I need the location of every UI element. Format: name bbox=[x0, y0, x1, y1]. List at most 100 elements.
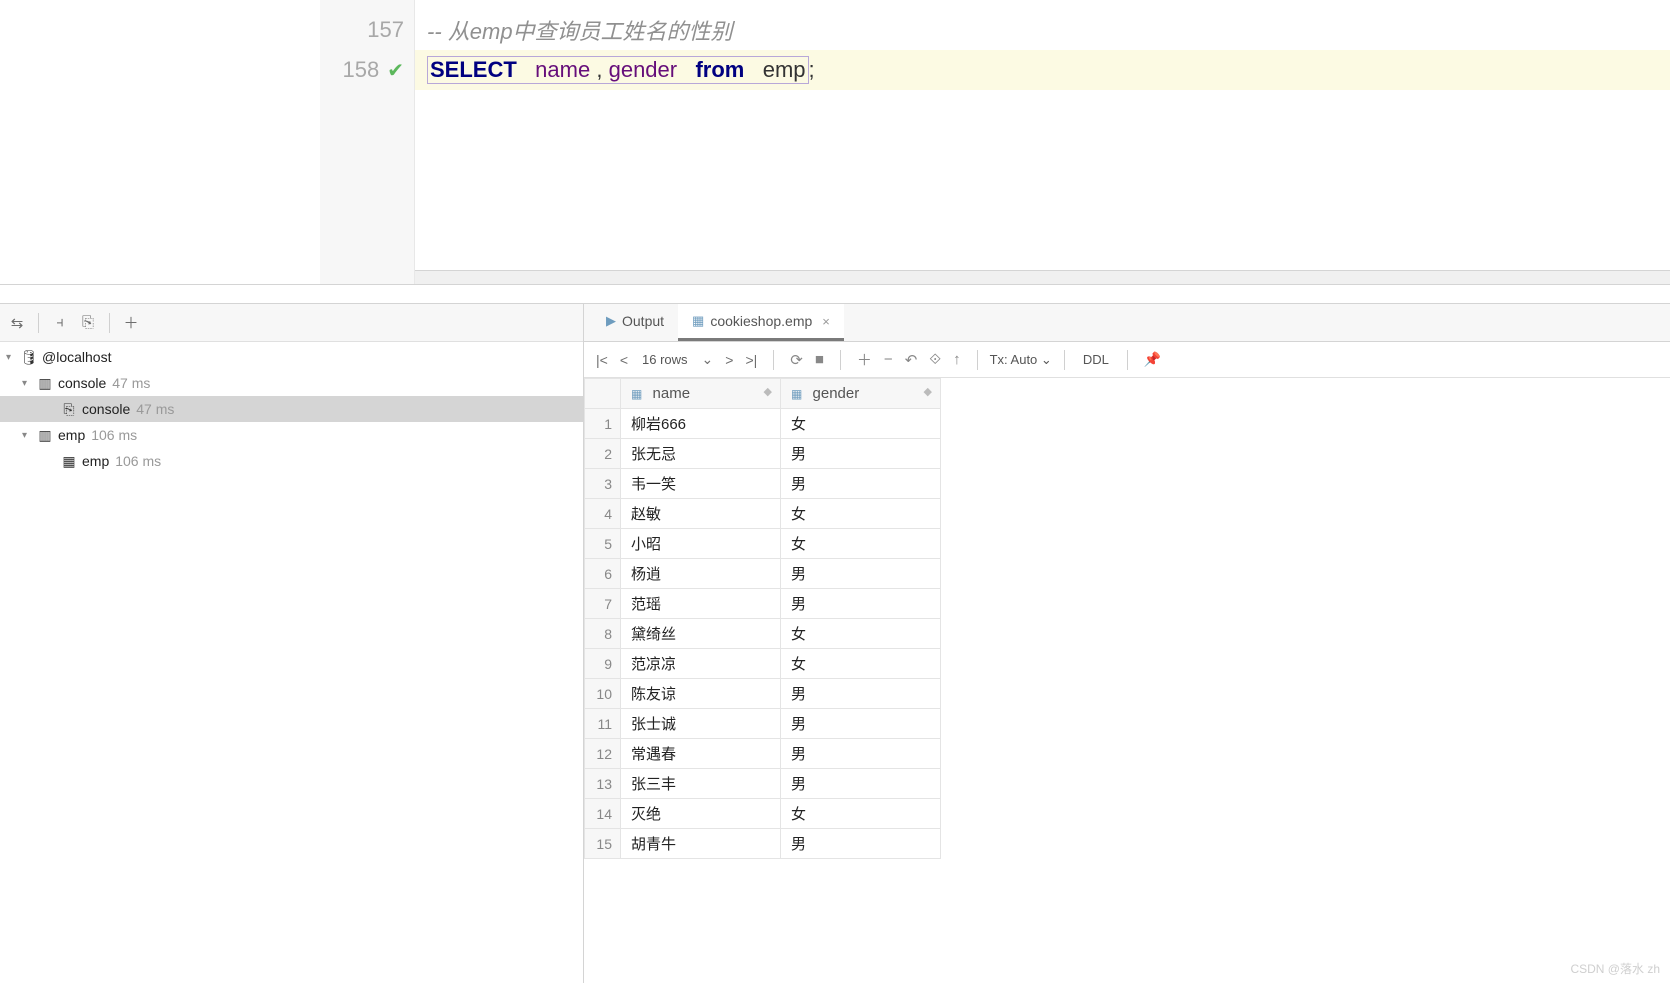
column-header-gender[interactable]: ▦ gender ◆ bbox=[781, 379, 941, 409]
commit-icon[interactable]: ⟐ bbox=[925, 351, 945, 368]
tx-mode[interactable]: Tx: Auto ⌄ bbox=[990, 352, 1052, 368]
table-row[interactable]: 9范凉凉女 bbox=[585, 649, 941, 679]
remove-row-icon[interactable]: − bbox=[880, 351, 897, 368]
table-row[interactable]: 6杨逍男 bbox=[585, 559, 941, 589]
cell-gender[interactable]: 男 bbox=[781, 589, 941, 619]
cell-gender[interactable]: 男 bbox=[781, 829, 941, 859]
stop-icon[interactable]: ■ bbox=[811, 351, 828, 368]
table-row[interactable]: 3韦一笑男 bbox=[585, 469, 941, 499]
cell-name[interactable]: 张士诚 bbox=[621, 709, 781, 739]
cell-name[interactable]: 赵敏 bbox=[621, 499, 781, 529]
layout-icon[interactable]: ⫞ bbox=[47, 310, 73, 336]
window-icon[interactable]: ⎘ bbox=[75, 310, 101, 336]
cell-name[interactable]: 灭绝 bbox=[621, 799, 781, 829]
separator bbox=[1127, 350, 1128, 370]
tree-node[interactable]: ▾▥emp106 ms bbox=[0, 422, 583, 448]
first-page-icon[interactable]: |< bbox=[592, 352, 612, 368]
table-row[interactable]: 1柳岩666女 bbox=[585, 409, 941, 439]
code-area[interactable]: -- 从emp中查询员工姓名的性别 SELECT name , gender f… bbox=[415, 0, 1670, 284]
cell-gender[interactable]: 男 bbox=[781, 769, 941, 799]
chevron-down-icon[interactable]: ⌄ bbox=[698, 351, 718, 368]
table-row[interactable]: 10陈友谅男 bbox=[585, 679, 941, 709]
sort-icon[interactable]: ◆ bbox=[924, 385, 932, 398]
table-row[interactable]: 11张士诚男 bbox=[585, 709, 941, 739]
ddl-button[interactable]: DDL bbox=[1077, 352, 1115, 367]
line-number: 158 bbox=[343, 57, 380, 83]
cell-gender[interactable]: 女 bbox=[781, 619, 941, 649]
tab-output[interactable]: ▶Output bbox=[592, 304, 678, 341]
tree-timing: 106 ms bbox=[91, 427, 137, 443]
cell-name[interactable]: 常遇春 bbox=[621, 739, 781, 769]
cell-name[interactable]: 韦一笑 bbox=[621, 469, 781, 499]
cell-gender[interactable]: 男 bbox=[781, 439, 941, 469]
add-icon[interactable]: ＋ bbox=[118, 310, 144, 336]
reload-icon[interactable]: ⟳ bbox=[786, 351, 807, 369]
table-row[interactable]: 14灭绝女 bbox=[585, 799, 941, 829]
filter-icon[interactable]: ⇆ bbox=[4, 310, 30, 336]
table-row[interactable]: 8黛绮丝女 bbox=[585, 619, 941, 649]
next-page-icon[interactable]: > bbox=[721, 352, 737, 368]
tree-node[interactable]: ⎘console47 ms bbox=[0, 396, 583, 422]
tree-timing: 47 ms bbox=[112, 375, 150, 391]
pin-icon[interactable]: 📌 bbox=[1140, 351, 1165, 368]
cell-name[interactable]: 范瑶 bbox=[621, 589, 781, 619]
tab-cookieshop-emp[interactable]: ▦cookieshop.emp× bbox=[678, 304, 844, 341]
tree-node[interactable]: ▦emp106 ms bbox=[0, 448, 583, 474]
submit-icon[interactable]: ↑ bbox=[949, 351, 965, 368]
result-grid[interactable]: ▦ name ◆ ▦ gender ◆ 1柳岩666女2张无忌男3韦一笑男4赵敏… bbox=[584, 378, 1670, 983]
table-row[interactable]: 2张无忌男 bbox=[585, 439, 941, 469]
row-number: 5 bbox=[585, 529, 621, 559]
editor-left-margin bbox=[0, 0, 320, 284]
cell-name[interactable]: 陈友谅 bbox=[621, 679, 781, 709]
tree-root[interactable]: ▾ 🛢 @localhost bbox=[0, 344, 583, 370]
tree-timing: 106 ms bbox=[115, 453, 161, 469]
cell-name[interactable]: 范凉凉 bbox=[621, 649, 781, 679]
prev-page-icon[interactable]: < bbox=[616, 352, 632, 368]
cell-gender[interactable]: 女 bbox=[781, 799, 941, 829]
rows-count[interactable]: 16 rows bbox=[636, 352, 694, 367]
code-line[interactable]: -- 从emp中查询员工姓名的性别 bbox=[415, 10, 1670, 50]
column-header-name[interactable]: ▦ name ◆ bbox=[621, 379, 781, 409]
table-row[interactable]: 12常遇春男 bbox=[585, 739, 941, 769]
close-icon[interactable]: × bbox=[822, 314, 830, 329]
cell-name[interactable]: 张无忌 bbox=[621, 439, 781, 469]
revert-icon[interactable]: ↶ bbox=[901, 351, 922, 369]
table-row[interactable]: 4赵敏女 bbox=[585, 499, 941, 529]
gutter-line[interactable]: 157 bbox=[320, 10, 414, 50]
tree-node[interactable]: ▾▥console47 ms bbox=[0, 370, 583, 396]
table-row[interactable]: 13张三丰男 bbox=[585, 769, 941, 799]
horizontal-scrollbar[interactable] bbox=[415, 270, 1670, 284]
gutter-line[interactable]: 158 ✔ bbox=[320, 50, 414, 90]
cell-gender[interactable]: 男 bbox=[781, 559, 941, 589]
table-row[interactable]: 7范瑶男 bbox=[585, 589, 941, 619]
table-row[interactable]: 5小昭女 bbox=[585, 529, 941, 559]
separator bbox=[1064, 350, 1065, 370]
separator bbox=[773, 350, 774, 370]
add-row-icon[interactable]: ＋ bbox=[853, 349, 876, 370]
tree-label: console bbox=[82, 401, 130, 417]
cell-gender[interactable]: 女 bbox=[781, 649, 941, 679]
table-row[interactable]: 15胡青牛男 bbox=[585, 829, 941, 859]
code-line-active[interactable]: SELECT name , gender from emp ; bbox=[415, 50, 1670, 90]
row-number: 9 bbox=[585, 649, 621, 679]
cell-gender[interactable]: 女 bbox=[781, 409, 941, 439]
bottom-panel: ⇆ ⫞ ⎘ ＋ ▾ 🛢 @localhost ▾▥console47 ms⎘co… bbox=[0, 303, 1670, 983]
cell-gender[interactable]: 女 bbox=[781, 499, 941, 529]
row-number: 13 bbox=[585, 769, 621, 799]
cell-gender[interactable]: 男 bbox=[781, 469, 941, 499]
cell-name[interactable]: 胡青牛 bbox=[621, 829, 781, 859]
cell-gender[interactable]: 男 bbox=[781, 679, 941, 709]
cell-gender[interactable]: 男 bbox=[781, 739, 941, 769]
row-number: 14 bbox=[585, 799, 621, 829]
last-page-icon[interactable]: >| bbox=[741, 352, 761, 368]
cell-name[interactable]: 黛绮丝 bbox=[621, 619, 781, 649]
cell-name[interactable]: 杨逍 bbox=[621, 559, 781, 589]
sort-icon[interactable]: ◆ bbox=[764, 385, 772, 398]
cell-gender[interactable]: 女 bbox=[781, 529, 941, 559]
cell-name[interactable]: 张三丰 bbox=[621, 769, 781, 799]
cell-gender[interactable]: 男 bbox=[781, 709, 941, 739]
cell-name[interactable]: 小昭 bbox=[621, 529, 781, 559]
row-number: 2 bbox=[585, 439, 621, 469]
cell-name[interactable]: 柳岩666 bbox=[621, 409, 781, 439]
tab-label: Output bbox=[622, 313, 664, 329]
